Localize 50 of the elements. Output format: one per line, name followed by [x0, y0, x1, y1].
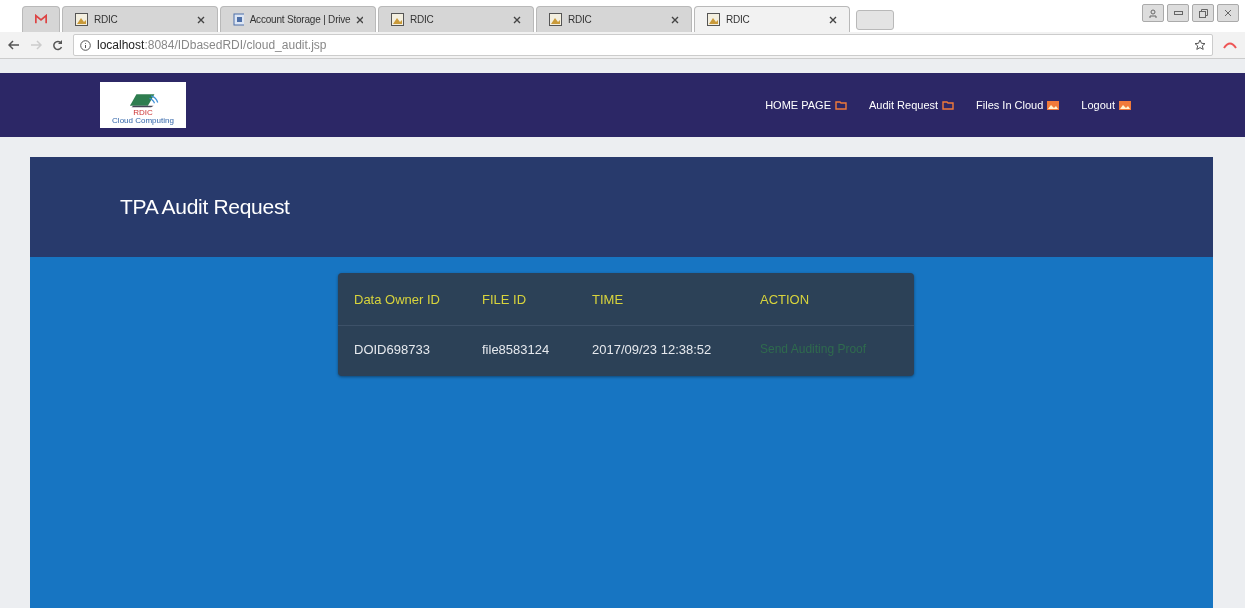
- back-icon[interactable]: [8, 40, 20, 50]
- mail-icon: [35, 14, 47, 25]
- browser-tab[interactable]: RDIC: [536, 6, 692, 32]
- column-header: TIME: [592, 291, 625, 307]
- column-header: FILE ID: [482, 291, 528, 307]
- star-icon[interactable]: [1194, 39, 1206, 51]
- picture-icon: [707, 13, 720, 26]
- column-header: Data Owner ID: [354, 291, 441, 307]
- address-bar[interactable]: localhost:8084/IDbasedRDI/cloud_audit.jsp: [73, 34, 1213, 56]
- table-cell-text: 2017/09/23 12:38:52: [592, 341, 713, 357]
- picture-icon: [549, 13, 562, 26]
- table-cell-text: DOID698733: [354, 341, 431, 357]
- document-icon: [233, 13, 244, 26]
- restore-button[interactable]: [1192, 4, 1214, 22]
- logo-title: RDIC: [133, 109, 153, 118]
- close-icon[interactable]: [513, 15, 521, 24]
- site-logo[interactable]: RDIC Cloud Computing: [100, 82, 186, 128]
- nav-link[interactable]: Audit Request: [868, 99, 955, 111]
- logo-subtitle: Cloud Computing: [112, 117, 174, 126]
- browser-tab[interactable]: RDIC: [62, 6, 218, 32]
- restore-icon: [1198, 8, 1208, 18]
- close-icon: [1224, 9, 1232, 17]
- info-icon: [80, 39, 91, 51]
- nav-link[interactable]: Files In Cloud: [976, 99, 1060, 111]
- page-title: TPA Audit Request: [120, 195, 290, 219]
- minimize-button[interactable]: [1167, 4, 1189, 22]
- browser-tab[interactable]: RDIC: [694, 6, 850, 32]
- picture-icon: [1119, 100, 1131, 110]
- close-icon[interactable]: [671, 15, 679, 24]
- extension-icon[interactable]: [1223, 41, 1237, 49]
- close-icon[interactable]: [829, 15, 837, 24]
- folder-icon: [834, 100, 847, 110]
- browser-tab[interactable]: RDIC: [378, 6, 534, 32]
- picture-icon: [391, 13, 404, 26]
- nav-link[interactable]: Logout: [1081, 99, 1131, 111]
- table-cell-text: file8583124: [482, 341, 551, 357]
- picture-icon: [1047, 100, 1060, 110]
- column-header: ACTION: [760, 291, 811, 307]
- user-icon: [1149, 8, 1157, 18]
- url-text: localhost:8084/IDbasedRDI/cloud_audit.jsp: [97, 38, 327, 52]
- close-button[interactable]: [1217, 4, 1239, 22]
- reload-icon[interactable]: [52, 39, 63, 51]
- folder-icon: [942, 100, 955, 110]
- nav-link[interactable]: HOME PAGE: [765, 99, 847, 111]
- close-icon[interactable]: [356, 15, 363, 24]
- picture-icon: [75, 13, 88, 26]
- minimize-icon: [1173, 11, 1183, 15]
- close-icon[interactable]: [197, 15, 205, 24]
- browser-tab[interactable]: Account Storage | Drive: [220, 6, 376, 32]
- browser-tab[interactable]: [22, 6, 60, 32]
